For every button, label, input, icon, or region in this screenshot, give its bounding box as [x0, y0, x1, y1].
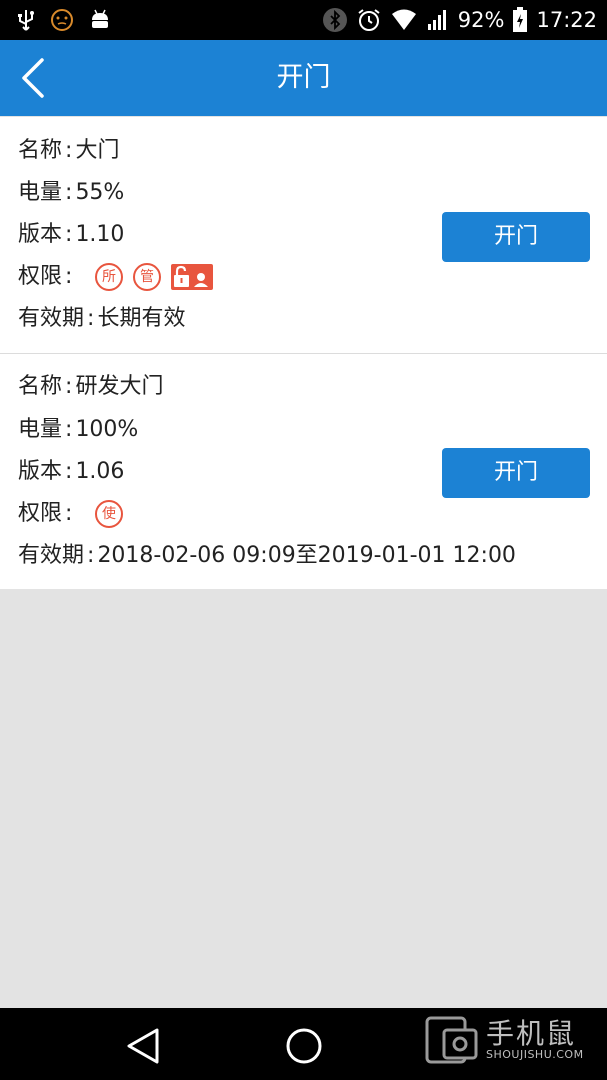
permission-label: 权限 [18, 501, 63, 526]
usb-icon [18, 10, 34, 31]
circle-home-icon [286, 1028, 322, 1064]
nav-back-button[interactable] [124, 1026, 164, 1066]
battery-percent: 92% [457, 8, 505, 32]
device-card: 名称: 大门 电量:55% 版本:1.10 权限: 所 管 有效期: 长期有效 开门 [0, 117, 607, 353]
open-door-button[interactable]: 开门 [442, 212, 590, 262]
nav-home-button[interactable] [284, 1026, 324, 1066]
version-value: 1.06 [75, 459, 125, 484]
version-row: 版本:1.06 [18, 459, 125, 484]
permission-badges: 使 [95, 497, 123, 531]
app-header: 开门 [0, 40, 607, 116]
face-icon [51, 9, 73, 31]
permission-label: 权限 [18, 264, 63, 289]
battery-row: 电量:55% [18, 180, 125, 205]
admin-badge: 管 [133, 263, 161, 291]
device-name-row: 名称: 研发大门 [18, 374, 164, 399]
lock-user-icon [171, 264, 213, 290]
version-label: 版本 [18, 222, 63, 247]
battery-row: 电量:100% [18, 417, 139, 442]
validity-value: 2018-02-06 09:09至2019-01-01 12:00 [97, 543, 516, 568]
name-label: 名称 [18, 138, 63, 163]
validity-value: 长期有效 [97, 306, 186, 331]
battery-value: 55% [75, 180, 125, 205]
owner-badge: 所 [95, 263, 123, 291]
device-card: 名称: 研发大门 电量:100% 版本:1.06 权限: 使 有效期:2018-0… [0, 354, 607, 589]
version-value: 1.10 [75, 222, 125, 247]
user-badge: 使 [95, 500, 123, 528]
validity-label: 有效期 [18, 543, 85, 568]
validity-row: 有效期:2018-02-06 09:09至2019-01-01 12:00 [18, 543, 516, 568]
name-label: 名称 [18, 374, 63, 399]
permission-row: 权限: [18, 501, 73, 526]
watermark-text: 手机鼠 [486, 1017, 577, 1050]
status-right-icons: 92% 17:22 [322, 6, 597, 34]
page-title: 开门 [276, 62, 331, 93]
battery-value: 100% [75, 417, 139, 442]
validity-row: 有效期: 长期有效 [18, 306, 186, 331]
device-name: 研发大门 [75, 374, 164, 399]
wifi-icon [391, 9, 416, 30]
battery-label: 电量 [18, 180, 63, 205]
version-label: 版本 [18, 459, 63, 484]
android-icon [92, 9, 108, 28]
device-name: 大门 [75, 138, 120, 163]
watermark-domain: SHOUJISHU.COM [486, 1048, 584, 1061]
clock: 17:22 [536, 8, 597, 32]
validity-label: 有效期 [18, 306, 85, 331]
version-row: 版本:1.10 [18, 222, 125, 247]
camera-logo-icon [425, 1016, 478, 1064]
signal-icon [427, 10, 446, 30]
permission-row: 权限: [18, 264, 73, 289]
bluetooth-icon [322, 8, 347, 32]
open-door-button[interactable]: 开门 [442, 448, 590, 498]
battery-icon [513, 7, 528, 32]
battery-label: 电量 [18, 417, 63, 442]
watermark: 手机鼠 SHOUJISHU.COM [424, 1010, 604, 1068]
status-bar: 92% 17:22 [0, 0, 607, 40]
triangle-back-icon [127, 1028, 159, 1064]
permission-badges: 所 管 [95, 260, 213, 294]
alarm-icon [358, 9, 380, 31]
status-left-icons [16, 8, 112, 32]
device-name-row: 名称: 大门 [18, 138, 120, 163]
